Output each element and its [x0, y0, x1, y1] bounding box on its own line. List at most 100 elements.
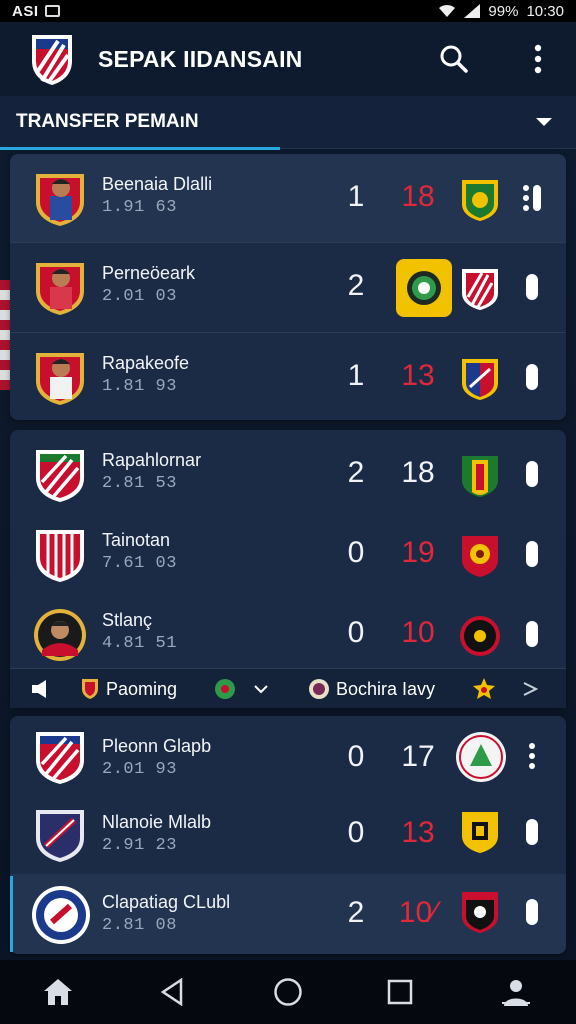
section-header[interactable]: TRANSFER PEMAıN [0, 96, 576, 148]
audio-button[interactable] [30, 669, 52, 709]
caret-down-icon [536, 118, 552, 126]
player-name: Perneöeark [102, 263, 196, 283]
score-value: 0 [347, 740, 365, 773]
filter-dropdown[interactable] [214, 669, 268, 709]
player-name: Clapatiag CLubl [102, 892, 231, 912]
table-row[interactable]: Tainotan 7.61 03 0 19 [10, 510, 566, 598]
filter-label-left: Paoming [106, 678, 178, 699]
toggle-pill-icon [526, 274, 538, 300]
row-toggle-button[interactable] [518, 536, 546, 572]
player-value: 4.81 51 [102, 634, 177, 653]
home-circle-icon [274, 978, 302, 1006]
row-toggle-button[interactable] [518, 456, 546, 492]
toggle-pill-icon [526, 899, 538, 925]
more-vertical-icon [523, 185, 529, 211]
row-toggle-button[interactable] [518, 359, 546, 395]
row-more-button[interactable] [518, 738, 546, 774]
transfer-number: 18 [401, 456, 435, 489]
table-row[interactable]: Perneöeark 2.01 03 2 [10, 242, 566, 330]
next-button[interactable] [522, 669, 538, 709]
team-crest-icon [36, 732, 84, 784]
transfer-group-3: Pleonn Glapb 2.01 93 0 17 Nlanoie Mlalb … [10, 716, 566, 954]
club-logo-icon[interactable] [28, 31, 76, 87]
chevron-right-icon [523, 682, 538, 696]
player-name: Rapakeofe [102, 353, 190, 373]
toggle-pill-icon [526, 461, 538, 487]
player-value: 1.91 63 [102, 198, 177, 217]
toggle-pill-icon [526, 819, 538, 845]
filter-bar: Paoming Bochira Iavy [10, 668, 566, 708]
selected-row-indicator [10, 876, 13, 952]
search-icon [440, 45, 468, 73]
black-red-shield-icon [462, 892, 498, 933]
green-round-crest-icon [407, 271, 441, 305]
player-avatar-icon [34, 609, 86, 661]
time-label: 10:30 [526, 2, 564, 20]
transfer-number: 17 [401, 740, 435, 773]
profile-icon [502, 980, 530, 1006]
table-row[interactable]: Clapatiag CLubl 2.81 08 2 10⁄ [10, 874, 566, 954]
section-title: TRANSFER PEMAıN [16, 111, 199, 132]
nav-back-button[interactable] [148, 972, 196, 1012]
transfer-number: 10 [401, 616, 435, 649]
table-row[interactable]: Pleonn Glapb 2.01 93 0 17 [10, 716, 566, 794]
player-name: Pleonn Glapb [102, 736, 212, 756]
team-crest-icon [32, 886, 90, 944]
nav-recents-button[interactable] [376, 972, 424, 1012]
row-toggle-button[interactable] [518, 894, 546, 930]
table-row[interactable]: Beenaia Dlalli 1.91 63 1 18 [10, 154, 566, 242]
table-row[interactable]: Rapakeofe 1.81 93 1 13 [10, 332, 566, 420]
section-dropdown-button[interactable] [530, 108, 558, 136]
star-badge[interactable] [472, 669, 496, 709]
player-name: Beenaia Dlalli [102, 174, 213, 194]
player-avatar-icon [36, 174, 84, 226]
green-yellow-shield-icon [462, 456, 498, 497]
blue-red-shield-icon [462, 359, 498, 400]
score-value: 0 [347, 616, 365, 649]
transfer-group-2: Rapahlornar 2.81 53 2 18 Tainotan 7.61 0… [10, 430, 566, 708]
star-burst-icon [473, 678, 495, 699]
chevron-down-icon [254, 685, 268, 694]
overflow-menu-button[interactable] [518, 39, 558, 79]
player-name: Stlanç [102, 610, 153, 630]
toggle-pill-icon [526, 621, 538, 647]
player-value: 2.81 08 [102, 916, 177, 935]
row-toggle-button[interactable] [518, 616, 546, 652]
filter-chip-right[interactable]: Bochira Iavy [308, 669, 435, 709]
player-name: Tainotan [102, 530, 171, 550]
row-toggle-button[interactable] [518, 180, 546, 216]
transfer-number: 19 [401, 536, 435, 569]
search-button[interactable] [434, 39, 474, 79]
score-value: 2 [347, 269, 365, 302]
tab-indicator [0, 147, 280, 150]
filter-chip-left[interactable]: Paoming [80, 669, 177, 709]
score-value: 0 [347, 536, 365, 569]
yellow-shield-icon [462, 812, 498, 853]
table-row[interactable]: Rapahlornar 2.81 53 2 18 [10, 430, 566, 518]
table-row[interactable]: Stlanç 4.81 51 0 10 [10, 590, 566, 678]
table-row[interactable]: Nlanoie Mlalb 2.91 23 0 13 [10, 794, 566, 874]
nav-home-button[interactable] [34, 972, 82, 1012]
transfer-group-1: Beenaia Dlalli 1.91 63 1 18 Perneöeark 2… [10, 154, 566, 420]
more-vertical-icon [534, 44, 542, 74]
transfer-number: 13 [401, 816, 435, 849]
row-toggle-button[interactable] [518, 269, 546, 305]
featured-club-tile[interactable] [396, 259, 452, 317]
team-crest-icon [36, 810, 84, 862]
transfer-number: 10⁄ [398, 896, 438, 929]
nav-launcher-button[interactable] [264, 972, 312, 1012]
transfer-number: 13 [401, 359, 435, 392]
back-icon [160, 978, 183, 1006]
team-crest-icon [36, 450, 84, 502]
filter-label-right: Bochira Iavy [336, 678, 436, 699]
battery-label: 99% [488, 2, 519, 20]
row-toggle-button[interactable] [518, 814, 546, 850]
app-title: SEPAK IIDANSAIN [98, 46, 303, 72]
player-name: Nlanoie Mlalb [102, 812, 212, 832]
background-stripes [0, 280, 10, 390]
nav-profile-button[interactable] [492, 972, 540, 1012]
red-white-stripes-shield-icon [462, 269, 498, 310]
notification-icon [44, 5, 60, 17]
more-vertical-icon [529, 743, 535, 769]
player-avatar-icon [36, 353, 84, 405]
